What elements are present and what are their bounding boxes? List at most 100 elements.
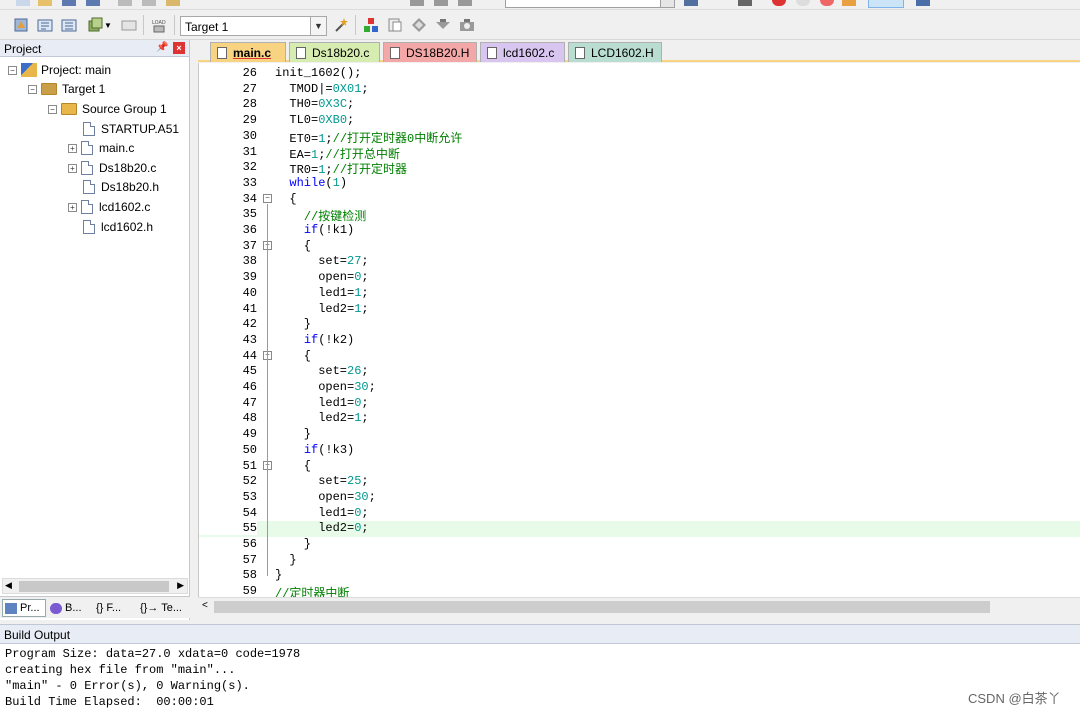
code-line[interactable]: 35 //按键检测 xyxy=(199,207,1080,224)
select-packs-button[interactable] xyxy=(434,16,452,34)
tree-item-project[interactable]: − Project: main xyxy=(8,61,111,79)
project-horizontal-scrollbar[interactable]: ◀ ▶ xyxy=(2,578,188,594)
build-button[interactable] xyxy=(36,16,54,34)
code-line[interactable]: 59 //定时器中断 xyxy=(199,584,1080,597)
batch-build-button[interactable] xyxy=(86,16,104,34)
code-line[interactable]: 57 } xyxy=(199,553,1080,569)
comment-icon[interactable] xyxy=(458,0,472,6)
scroll-left-icon[interactable]: < xyxy=(202,600,208,611)
code-line[interactable]: 29 TL0=0XB0; xyxy=(199,113,1080,129)
tab-project[interactable]: Pr... xyxy=(2,599,46,617)
code-line[interactable]: 41 led2=1; xyxy=(199,302,1080,318)
tab-main-c[interactable]: main.c xyxy=(210,42,286,62)
tree-item-file[interactable]: + main.c xyxy=(68,139,134,157)
code-line[interactable]: 28 TH0=0X3C; xyxy=(199,97,1080,113)
indent-icon[interactable] xyxy=(410,0,424,6)
tree-item-source-group[interactable]: − Source Group 1 xyxy=(48,100,167,118)
collapse-icon[interactable]: − xyxy=(28,84,37,94)
file-extensions-button[interactable] xyxy=(386,16,404,34)
code-line[interactable]: 43 if(!k2) xyxy=(199,333,1080,349)
code-line[interactable]: 56 } xyxy=(199,537,1080,553)
code-line[interactable]: 39 open=0; xyxy=(199,270,1080,286)
code-line[interactable]: 45 set=26; xyxy=(199,364,1080,380)
scroll-right-icon[interactable]: ▶ xyxy=(177,580,184,591)
cut-icon[interactable] xyxy=(118,0,132,6)
tab-books[interactable]: B... xyxy=(48,599,90,617)
tree-item-file[interactable]: + lcd1602.c xyxy=(68,198,150,216)
code-line[interactable]: 34− { xyxy=(199,192,1080,208)
code-line[interactable]: 58} xyxy=(199,568,1080,584)
manage-components-button[interactable] xyxy=(362,16,380,34)
code-line[interactable]: 54 led1=0; xyxy=(199,506,1080,522)
code-line[interactable]: 42 } xyxy=(199,317,1080,333)
expand-icon[interactable]: + xyxy=(68,143,77,153)
tree-item-file[interactable]: Ds18b20.h xyxy=(83,178,159,196)
code-line[interactable]: 47 led1=0; xyxy=(199,396,1080,412)
tab-ds18b20-h[interactable]: DS18B20.H xyxy=(383,42,477,62)
scrollbar-thumb[interactable] xyxy=(19,581,169,592)
code-line[interactable]: 46 open=30; xyxy=(199,380,1080,396)
build-output-panel[interactable]: Program Size: data=27.0 xdata=0 code=197… xyxy=(0,644,1080,713)
expand-icon[interactable]: + xyxy=(68,163,77,173)
editor-horizontal-scrollbar[interactable]: < xyxy=(198,597,1080,615)
copy-icon[interactable] xyxy=(142,0,156,6)
fold-collapse-icon[interactable]: − xyxy=(263,193,272,203)
code-line[interactable]: 53 open=30; xyxy=(199,490,1080,506)
download-button[interactable]: LOAD xyxy=(150,16,168,34)
target-select[interactable]: Target 1 ▼ xyxy=(180,16,327,36)
expand-icon[interactable]: + xyxy=(68,202,77,212)
collapse-icon[interactable]: − xyxy=(48,104,57,114)
code-line[interactable]: 48 led2=1; xyxy=(199,411,1080,427)
open-file-icon[interactable] xyxy=(38,0,52,6)
stop-build-button[interactable] xyxy=(120,16,138,34)
code-line[interactable]: 31 EA=1;//打开总中断 xyxy=(199,145,1080,162)
code-line[interactable]: 40 led1=1; xyxy=(199,286,1080,302)
code-line[interactable]: 44− { xyxy=(199,349,1080,365)
scrollbar-thumb[interactable] xyxy=(214,601,990,613)
pin-icon[interactable]: 📌 xyxy=(156,42,168,53)
rebuild-button[interactable] xyxy=(60,16,78,34)
tab-templates[interactable]: {}→ Te... xyxy=(138,599,188,617)
code-line[interactable]: 26 init_1602(); xyxy=(199,66,1080,82)
tree-item-file[interactable]: STARTUP.A51 xyxy=(83,120,179,138)
close-icon[interactable]: × xyxy=(173,42,185,54)
save-icon[interactable] xyxy=(62,0,76,6)
code-line[interactable]: 50 if(!k3) xyxy=(199,443,1080,459)
tab-functions[interactable]: {} F... xyxy=(94,599,136,617)
code-editor[interactable]: 26 init_1602(); 27 TMOD|=0X01; 28 TH0=0X3C;… xyxy=(198,63,1080,597)
collapse-icon[interactable]: − xyxy=(8,65,17,75)
event-recorder-button[interactable] xyxy=(458,16,476,34)
debug-icon[interactable] xyxy=(772,0,786,6)
tab-lcd1602-c[interactable]: lcd1602.c xyxy=(480,42,565,62)
code-line[interactable]: 49 } xyxy=(199,427,1080,443)
paste-icon[interactable] xyxy=(166,0,180,6)
translate-button[interactable] xyxy=(12,16,30,34)
tab-ds18b20-c[interactable]: Ds18b20.c xyxy=(289,42,380,62)
options-icon[interactable] xyxy=(842,0,856,6)
batch-build-dropdown[interactable]: ▼ xyxy=(103,16,113,34)
code-line[interactable]: 32 TR0=1;//打开定时器 xyxy=(199,160,1080,177)
tree-item-file[interactable]: lcd1602.h xyxy=(83,218,153,236)
search-icon[interactable] xyxy=(738,0,752,6)
code-line[interactable]: 37− { xyxy=(199,239,1080,255)
code-line[interactable]: 36 if(!k1) xyxy=(199,223,1080,239)
target-options-button[interactable] xyxy=(332,16,350,34)
window-layout-button[interactable] xyxy=(868,0,904,8)
code-line[interactable]: 51− { xyxy=(199,459,1080,475)
find-combo[interactable] xyxy=(505,0,675,8)
new-file-icon[interactable] xyxy=(16,0,30,6)
pack-installer-button[interactable] xyxy=(410,16,428,34)
code-line[interactable]: 27 TMOD|=0X01; xyxy=(199,82,1080,98)
code-line[interactable]: 52 set=25; xyxy=(199,474,1080,490)
kill-breakpoints-icon[interactable] xyxy=(820,0,834,6)
scroll-left-icon[interactable]: ◀ xyxy=(5,580,12,591)
breakpoint-icon[interactable] xyxy=(796,0,810,6)
save-all-icon[interactable] xyxy=(86,0,100,6)
configure-icon[interactable] xyxy=(916,0,930,6)
code-line[interactable]: 33 while(1) xyxy=(199,176,1080,192)
code-line[interactable]: 55 led2=0; xyxy=(199,521,1080,537)
tree-item-file[interactable]: + Ds18b20.c xyxy=(68,159,156,177)
tree-item-target[interactable]: − Target 1 xyxy=(28,80,105,98)
find-in-files-icon[interactable] xyxy=(684,0,698,6)
code-line[interactable]: 30 ET0=1;//打开定时器0中断允许 xyxy=(199,129,1080,146)
